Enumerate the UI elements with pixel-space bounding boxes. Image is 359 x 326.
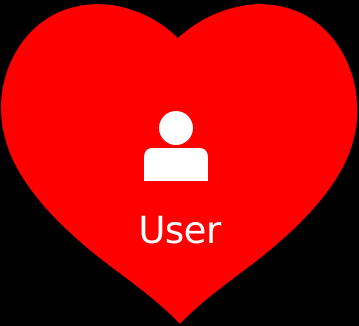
- user-label: User: [138, 209, 221, 252]
- user-icon: [144, 111, 208, 181]
- user-heart-tile[interactable]: User: [0, 0, 359, 326]
